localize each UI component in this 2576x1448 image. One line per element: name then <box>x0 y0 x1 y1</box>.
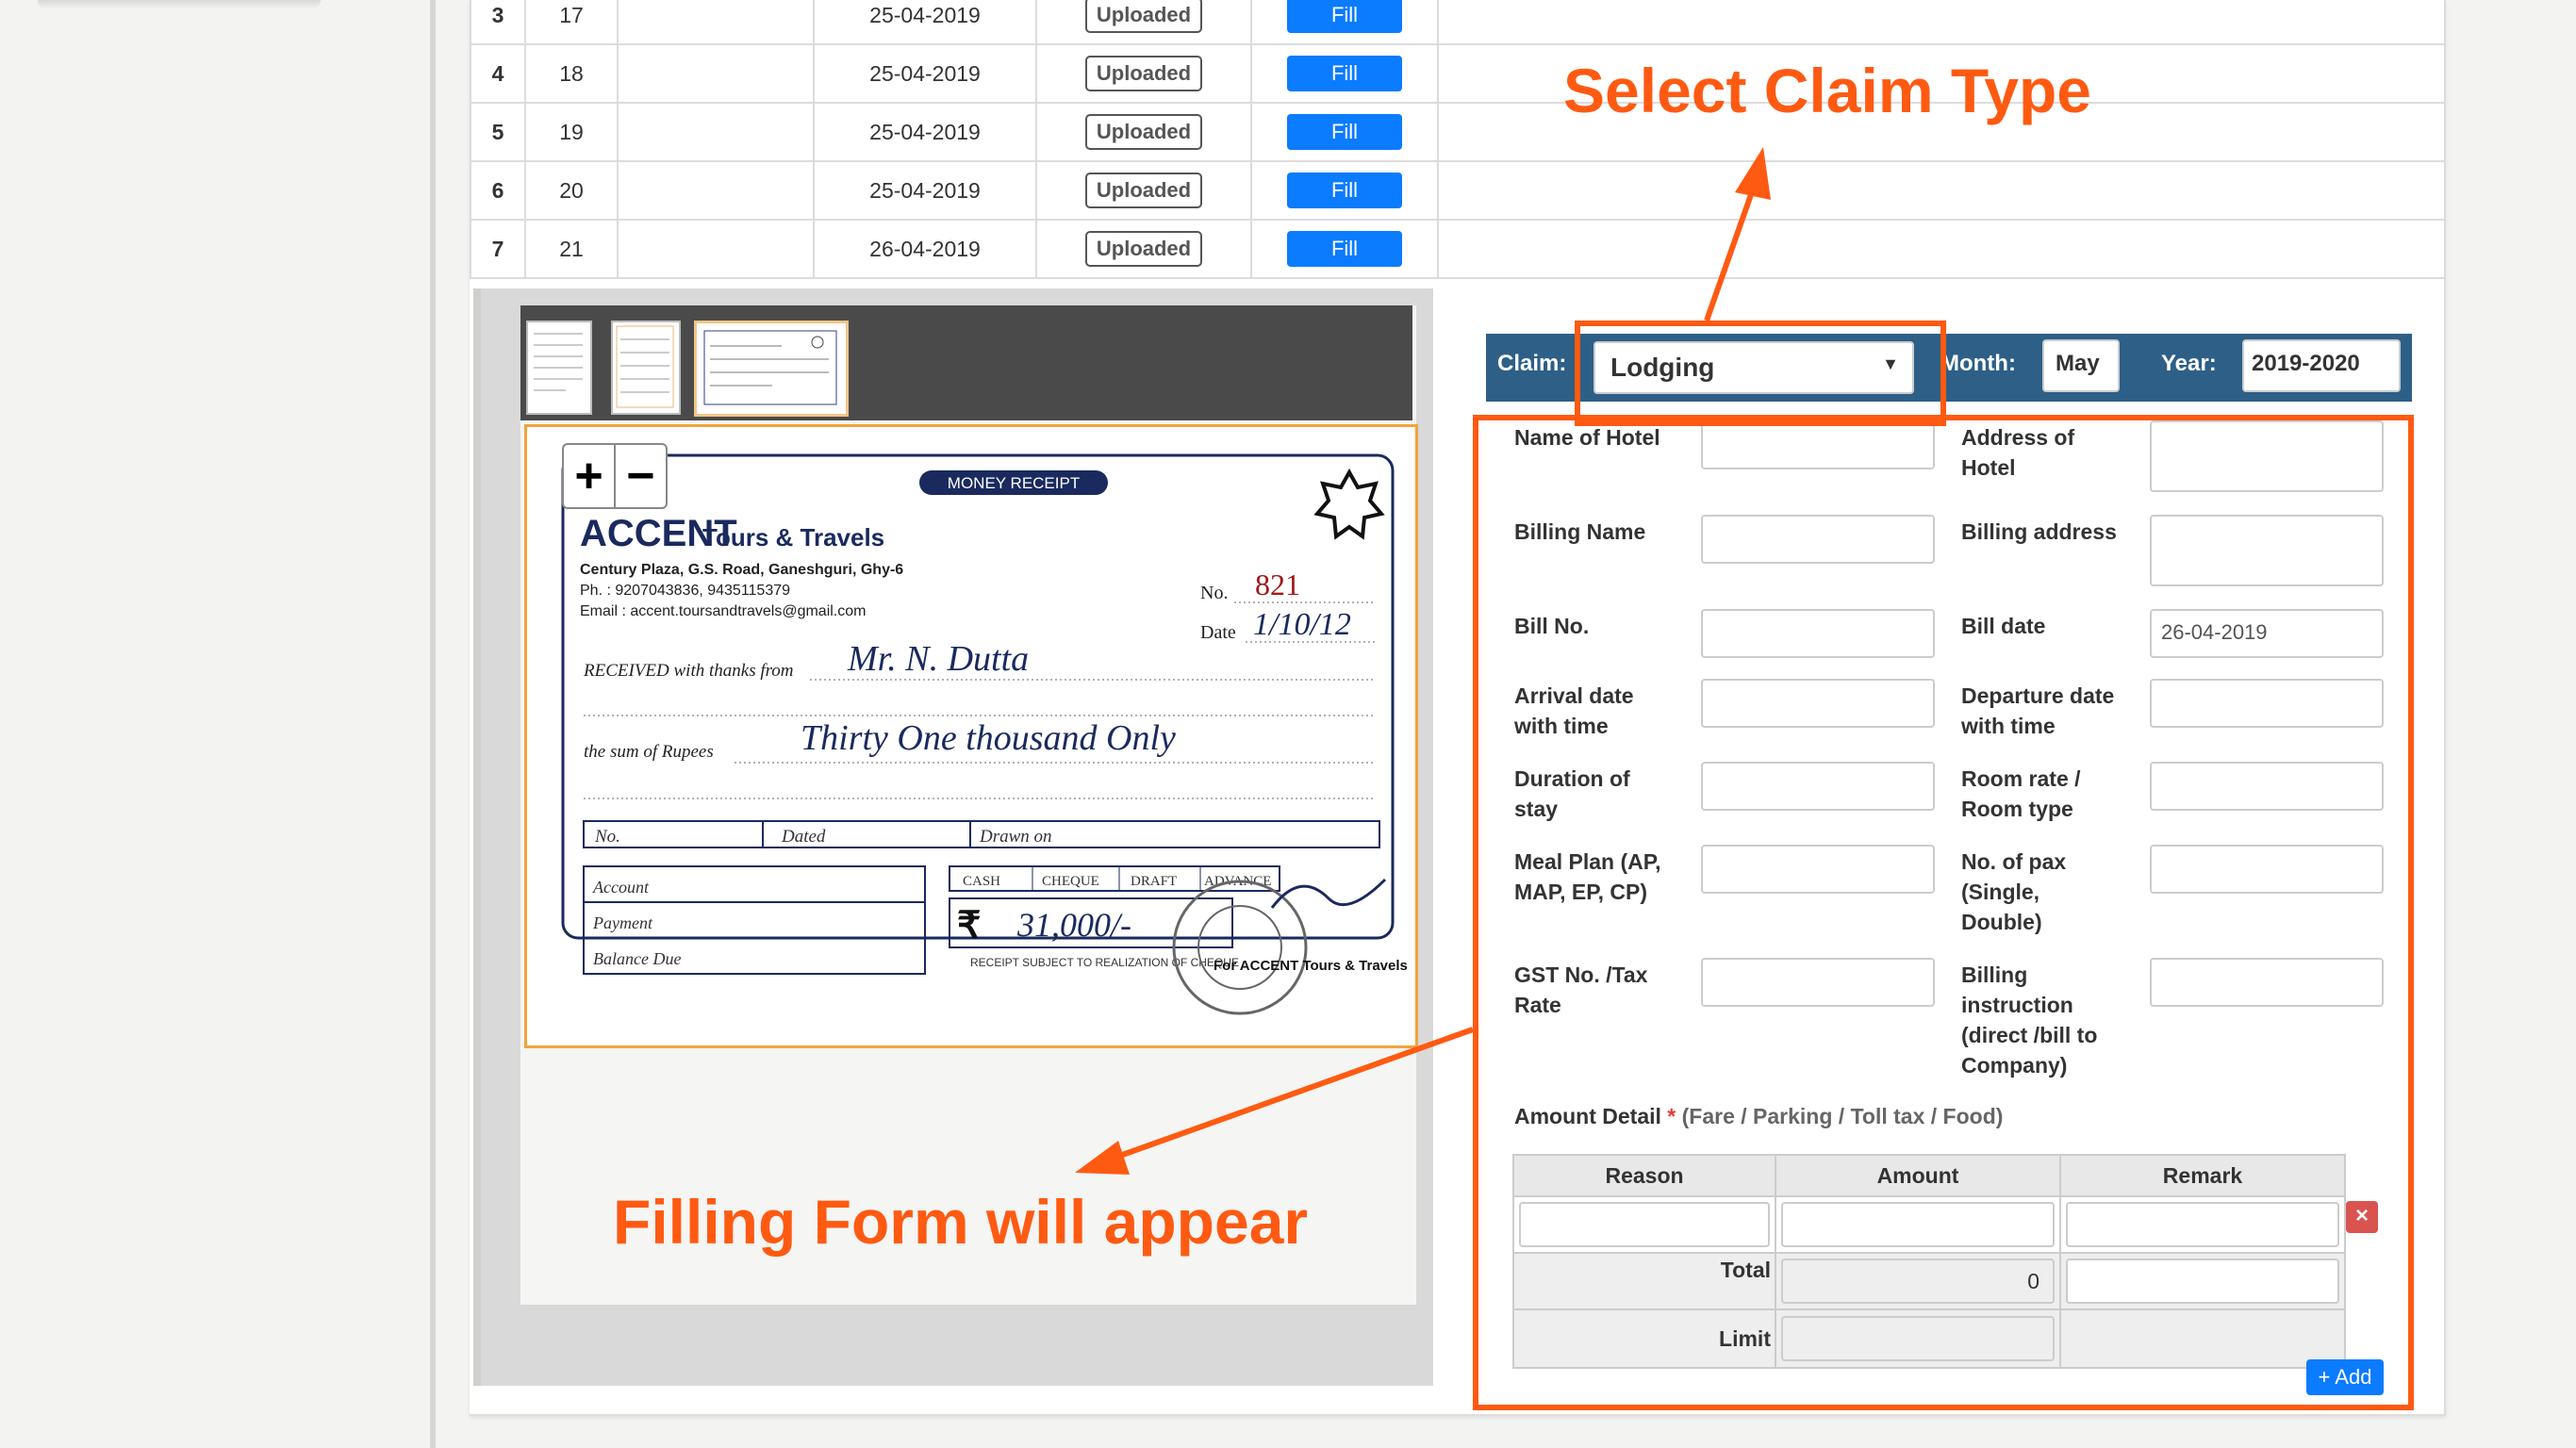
arrow-to-claim-line <box>1704 186 1757 321</box>
arrow-to-form-line <box>1113 1027 1475 1160</box>
filling-form-annotation: Filling Form will appear <box>613 1187 1309 1257</box>
arrow-up-icon <box>1735 147 1771 200</box>
arrow-left-icon <box>1075 1141 1130 1175</box>
select-claim-annotation: Select Claim Type <box>1563 56 2092 125</box>
